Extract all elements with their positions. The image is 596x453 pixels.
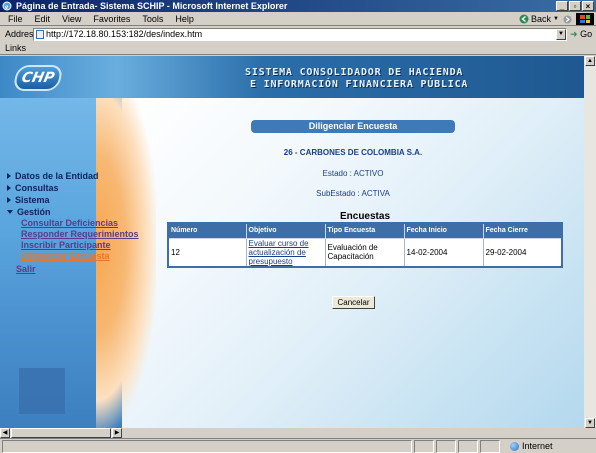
vertical-scrollbar[interactable]: ▲ ▼	[584, 56, 596, 428]
page-icon	[36, 30, 44, 39]
address-url: http://172.18.80.153:182/des/index.htm	[46, 29, 203, 39]
go-label: Go	[580, 29, 593, 39]
status-cell	[480, 440, 500, 453]
decorative-square	[19, 368, 65, 414]
menu-tools[interactable]: Tools	[142, 12, 163, 26]
status-text-cell	[2, 440, 412, 453]
scroll-right-button[interactable]: ▶	[112, 428, 122, 438]
go-arrow-icon: ➜	[570, 29, 578, 39]
close-button[interactable]: ×	[582, 1, 594, 11]
cell-numero: 12	[167, 237, 247, 268]
cell-fecha-cierre: 29-02-2004	[482, 237, 563, 268]
sidebar-subitem-inscribir-participante[interactable]: Inscribir Participante	[7, 240, 147, 251]
section-title: Diligenciar Encuesta	[251, 120, 455, 133]
sidebar-item-sistema[interactable]: Sistema	[7, 194, 147, 206]
minimize-button[interactable]: _	[556, 1, 568, 11]
cancel-button[interactable]: Cancelar	[332, 296, 375, 309]
back-label: Back	[531, 14, 552, 24]
status-cell	[414, 440, 434, 453]
menu-bar: File Edit View Favorites Tools Help Back…	[0, 12, 596, 26]
maximize-button[interactable]: ▫	[569, 1, 581, 11]
brand-line-1: SISTEMA CONSOLIDADOR DE HACIENDA	[245, 67, 464, 78]
column-header-objetivo: Objetivo	[245, 222, 326, 239]
links-label[interactable]: Links	[5, 43, 26, 53]
sidebar-item-label: Gestión	[17, 207, 51, 217]
scroll-left-button[interactable]: ◀	[0, 428, 10, 438]
surveys-table: Número Objetivo Tipo Encuesta Fecha Inic…	[167, 222, 563, 268]
sidebar-exit-link[interactable]: Salir	[7, 263, 147, 275]
links-bar: Links	[0, 42, 596, 55]
sidebar-item-consultas[interactable]: Consultas	[7, 182, 147, 194]
ie-icon: e	[2, 1, 12, 11]
address-input[interactable]: http://172.18.80.153:182/des/index.htm	[33, 28, 567, 41]
sidebar-subitem-consultar-deficiencias[interactable]: Consultar Deficiencias	[7, 218, 147, 229]
table-row: 12 Evaluar curso de actualización de pre…	[167, 237, 563, 268]
triangle-right-icon	[7, 173, 11, 179]
svg-text:e: e	[5, 3, 8, 11]
chip-logo: CHP	[12, 65, 64, 91]
status-cell	[458, 440, 478, 453]
window-title: Página de Entrada- Sistema SCHIP - Micro…	[16, 1, 288, 11]
column-header-tipo: Tipo Encuesta	[324, 222, 405, 239]
column-header-fecha-cierre: Fecha Cierre	[482, 222, 563, 239]
scroll-thumb[interactable]	[11, 428, 111, 438]
back-arrow-icon	[519, 14, 529, 24]
zone-label: Internet	[522, 441, 553, 451]
sidebar-item-label: Sistema	[15, 195, 50, 205]
column-header-fecha-inicio: Fecha Inicio	[403, 222, 484, 239]
status-bar: Internet	[0, 438, 596, 453]
menu-edit[interactable]: Edit	[35, 12, 51, 26]
triangle-right-icon	[7, 197, 11, 203]
triangle-down-icon	[7, 210, 13, 214]
menu-favorites[interactable]: Favorites	[93, 12, 130, 26]
sidebar-item-label: Consultas	[15, 183, 59, 193]
status-cell	[436, 440, 456, 453]
forward-arrow-icon	[563, 14, 572, 24]
survey-objective-link[interactable]: Evaluar curso de actualización de presup…	[249, 239, 309, 266]
cell-tipo: Evaluación de Capacitación	[324, 237, 405, 268]
sidebar-subitem-diligenciar-encuesta[interactable]: Diligenciar Encuesta	[7, 251, 147, 262]
windows-logo-icon	[576, 13, 594, 25]
sidebar-item-gestion[interactable]: Gestión	[7, 206, 147, 218]
menu-help[interactable]: Help	[175, 12, 194, 26]
horizontal-scrollbar[interactable]: ◀ ▶	[0, 428, 122, 438]
chevron-down-icon: ▼	[553, 16, 559, 22]
sidebar-subitem-responder-requerimientos[interactable]: Responder Requerimientos	[7, 229, 147, 240]
brand-line-2: E INFORMACIÓN FINANCIERA PÚBLICA	[250, 79, 469, 90]
site-header: CHP SISTEMA CONSOLIDADOR DE HACIENDA E I…	[0, 56, 584, 98]
menu-view[interactable]: View	[62, 12, 81, 26]
cell-fecha-inicio: 14-02-2004	[403, 237, 484, 268]
address-dropdown-button[interactable]: ▼	[556, 29, 566, 40]
subestado-label: SubEstado : ACTIVA	[316, 189, 390, 198]
estado-label: Estado : ACTIVO	[322, 169, 384, 178]
column-header-numero: Número	[167, 222, 247, 239]
address-bar: Address http://172.18.80.153:182/des/ind…	[0, 27, 596, 42]
back-button[interactable]: Back ▼	[519, 12, 559, 26]
sidebar-item-datos-entidad[interactable]: Datos de la Entidad	[7, 170, 147, 182]
window-titlebar: e Página de Entrada- Sistema SCHIP - Mic…	[0, 0, 596, 12]
surveys-title: Encuestas	[339, 211, 391, 222]
scroll-down-button[interactable]: ▼	[585, 418, 595, 428]
web-page: CHP SISTEMA CONSOLIDADOR DE HACIENDA E I…	[0, 56, 584, 428]
sidebar-nav: Datos de la Entidad Consultas Sistema Ge…	[7, 170, 147, 275]
sidebar-item-label: Datos de la Entidad	[15, 171, 99, 181]
go-button[interactable]: ➜ Go	[570, 27, 592, 42]
scroll-up-button[interactable]: ▲	[585, 56, 595, 66]
table-header-row: Número Objetivo Tipo Encuesta Fecha Inic…	[167, 222, 563, 239]
cell-objetivo: Evaluar curso de actualización de presup…	[245, 237, 326, 268]
entity-name: 26 - CARBONES DE COLOMBIA S.A.	[283, 148, 423, 157]
menu-file[interactable]: File	[8, 12, 23, 26]
triangle-right-icon	[7, 185, 11, 191]
forward-button[interactable]	[563, 14, 572, 24]
globe-icon	[510, 441, 519, 451]
security-zone: Internet	[510, 439, 553, 453]
